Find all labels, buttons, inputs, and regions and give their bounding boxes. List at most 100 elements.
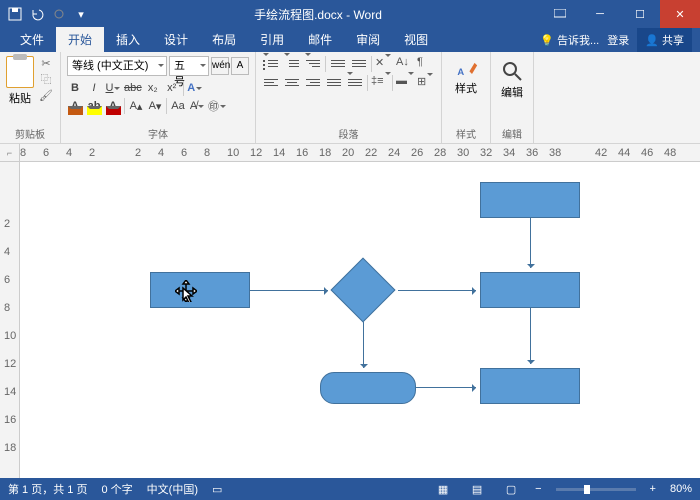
tab-design[interactable]: 设计 xyxy=(152,27,200,52)
undo-icon[interactable] xyxy=(28,5,46,23)
group-styles-label: 样式 xyxy=(448,124,484,141)
tab-layout[interactable]: 布局 xyxy=(200,27,248,52)
ruler-vertical[interactable]: 24681012141618 xyxy=(0,162,20,482)
group-styles: A 样式 样式 xyxy=(442,52,491,143)
ribbon-options-icon[interactable] xyxy=(540,0,580,28)
connector-diamond-right[interactable] xyxy=(398,290,476,291)
maximize-button[interactable]: ☐ xyxy=(620,0,660,28)
decrease-indent-icon[interactable] xyxy=(329,56,347,72)
document-canvas[interactable] xyxy=(20,162,700,482)
tab-file[interactable]: 文件 xyxy=(8,27,56,52)
svg-text:A: A xyxy=(457,66,464,77)
connector-left-diamond[interactable] xyxy=(250,290,328,291)
group-clipboard-label: 剪贴板 xyxy=(6,124,54,141)
font-color-icon[interactable]: A xyxy=(105,97,121,115)
text-effects-icon[interactable]: A xyxy=(187,79,203,97)
minimize-button[interactable]: ─ xyxy=(580,0,620,28)
show-marks-icon[interactable]: ¶ xyxy=(417,56,435,72)
tab-references[interactable]: 引用 xyxy=(248,27,296,52)
editing-label: 编辑 xyxy=(501,84,523,100)
ribbon-tabs: 文件 开始 插入 设计 布局 引用 邮件 审阅 视图 💡 告诉我... 登录 👤… xyxy=(0,28,700,52)
document-area: 24681012141618 xyxy=(0,162,700,482)
connector-diamond-down[interactable] xyxy=(363,322,364,368)
flowchart-rect-bottom[interactable] xyxy=(480,368,580,404)
copy-icon[interactable]: ⿻ xyxy=(38,72,54,86)
format-painter-icon[interactable]: 🖌 xyxy=(38,88,54,102)
flowchart-rect-top[interactable] xyxy=(480,182,580,218)
line-spacing-icon[interactable]: ‡≡ xyxy=(371,75,389,91)
flowchart-rect-left-selected[interactable] xyxy=(150,272,250,308)
view-read-mode-icon[interactable]: ▦ xyxy=(433,481,453,497)
title-bar: ▾ 手绘流程图.docx - Word ─ ☐ ✕ xyxy=(0,0,700,28)
connector-middle-bottom[interactable] xyxy=(530,308,531,364)
ruler-tab-selector[interactable]: ⌐ xyxy=(0,144,20,162)
share-button[interactable]: 👤 共享 xyxy=(637,28,692,52)
distributed-icon[interactable] xyxy=(346,75,364,91)
align-center-icon[interactable] xyxy=(283,75,301,91)
flowchart-rect-middle[interactable] xyxy=(480,272,580,308)
bullets-icon[interactable] xyxy=(262,56,280,72)
align-left-icon[interactable] xyxy=(262,75,280,91)
zoom-slider[interactable] xyxy=(556,488,636,491)
cut-icon[interactable]: ✂ xyxy=(38,56,54,70)
multilevel-list-icon[interactable] xyxy=(304,56,322,72)
strikethrough-button[interactable]: abc xyxy=(124,79,142,97)
status-page[interactable]: 第 1 页，共 1 页 xyxy=(8,481,87,497)
grow-font-icon[interactable]: A▴ xyxy=(128,97,144,115)
quick-access-toolbar: ▾ xyxy=(0,5,96,23)
editing-button[interactable]: 编辑 xyxy=(497,56,527,104)
enclose-char-icon[interactable]: ㊞ xyxy=(208,97,226,115)
zoom-level[interactable]: 80% xyxy=(670,483,692,495)
underline-button[interactable]: U xyxy=(105,79,121,97)
close-button[interactable]: ✕ xyxy=(660,0,700,28)
highlight-color-icon[interactable]: ab xyxy=(86,97,102,115)
change-case-icon[interactable]: Aa xyxy=(170,97,186,115)
align-right-icon[interactable] xyxy=(304,75,322,91)
tell-me-search[interactable]: 💡 告诉我... xyxy=(540,32,599,48)
paste-button[interactable]: 粘贴 xyxy=(6,56,34,106)
tab-insert[interactable]: 插入 xyxy=(104,27,152,52)
connector-top-down[interactable] xyxy=(530,218,531,268)
flowchart-diamond[interactable] xyxy=(330,257,395,322)
numbering-icon[interactable] xyxy=(283,56,301,72)
increase-indent-icon[interactable] xyxy=(350,56,368,72)
group-editing-label: 编辑 xyxy=(497,124,527,141)
text-highlight-icon[interactable]: A xyxy=(67,97,83,115)
view-web-layout-icon[interactable]: ▢ xyxy=(501,481,521,497)
view-print-layout-icon[interactable]: ▤ xyxy=(467,481,487,497)
save-icon[interactable] xyxy=(6,5,24,23)
zoom-out-button[interactable]: − xyxy=(535,483,541,495)
tab-mail[interactable]: 邮件 xyxy=(296,27,344,52)
ribbon: 粘贴 ✂ ⿻ 🖌 剪贴板 等线 (中文正文) 五号 wén A B I U ab… xyxy=(0,52,700,144)
styles-button[interactable]: A 样式 xyxy=(448,56,484,96)
phonetic-guide-icon[interactable]: wén xyxy=(211,57,229,75)
shading-icon[interactable]: ▬ xyxy=(396,75,414,91)
italic-button[interactable]: I xyxy=(86,79,102,97)
styles-label: 样式 xyxy=(455,80,477,96)
clear-formatting-icon[interactable]: A̸ xyxy=(189,97,205,115)
borders-icon[interactable]: ⊞ xyxy=(417,75,435,91)
character-border-icon[interactable]: A xyxy=(231,57,249,75)
redo-icon[interactable] xyxy=(50,5,68,23)
font-family-select[interactable]: 等线 (中文正文) xyxy=(67,56,167,76)
sort-icon[interactable]: A↓ xyxy=(396,56,414,72)
status-word-count[interactable]: 0 个字 xyxy=(101,481,132,497)
bold-button[interactable]: B xyxy=(67,79,83,97)
status-language[interactable]: 中文(中国) xyxy=(147,481,198,497)
status-book-icon[interactable]: ▭ xyxy=(212,483,222,496)
tab-view[interactable]: 视图 xyxy=(392,27,440,52)
font-size-select[interactable]: 五号 xyxy=(169,56,209,76)
qat-customize-icon[interactable]: ▾ xyxy=(72,5,90,23)
paste-icon xyxy=(6,56,34,88)
zoom-in-button[interactable]: + xyxy=(650,483,656,495)
shrink-font-icon[interactable]: A▾ xyxy=(147,97,163,115)
signin-link[interactable]: 登录 xyxy=(607,32,629,48)
tab-home[interactable]: 开始 xyxy=(56,27,104,52)
flowchart-terminator[interactable] xyxy=(320,372,416,404)
tab-review[interactable]: 审阅 xyxy=(344,27,392,52)
justify-icon[interactable] xyxy=(325,75,343,91)
connector-terminator-right[interactable] xyxy=(416,387,476,388)
ruler-horizontal[interactable]: 8642246810121416182022242628303234363842… xyxy=(20,144,700,162)
asian-layout-icon[interactable]: ✕ xyxy=(375,56,393,72)
subscript-button[interactable]: x₂ xyxy=(145,79,161,97)
